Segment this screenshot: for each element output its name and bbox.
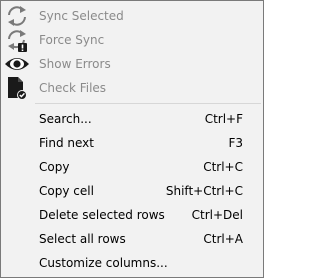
force-sync-icon xyxy=(3,28,31,52)
menu-item-shortcut: Ctrl+Del xyxy=(191,208,243,222)
menu-item-label: Sync Selected xyxy=(39,9,124,23)
menu-item-show-errors[interactable]: Show Errors xyxy=(3,52,261,76)
menu-item-find-next[interactable]: Find next F3 xyxy=(3,131,261,155)
menu-item-label: Customize columns... xyxy=(39,256,168,270)
menu-item-copy[interactable]: Copy Ctrl+C xyxy=(3,155,261,179)
eye-icon xyxy=(3,52,31,76)
menu-item-label: Copy cell xyxy=(39,184,94,198)
menu-item-delete-selected-rows[interactable]: Delete selected rows Ctrl+Del xyxy=(3,203,261,227)
menu-item-label: Force Sync xyxy=(39,33,105,47)
menu-separator xyxy=(35,103,261,104)
menu-item-select-all-rows[interactable]: Select all rows Ctrl+A xyxy=(3,227,261,251)
menu-item-label: Select all rows xyxy=(39,232,126,246)
menu-item-shortcut: Ctrl+C xyxy=(203,160,243,174)
sync-icon xyxy=(3,4,31,28)
menu-item-sync-selected[interactable]: Sync Selected xyxy=(3,4,261,28)
menu-item-label: Copy xyxy=(39,160,70,174)
menu-item-shortcut: F3 xyxy=(228,136,243,150)
menu-item-search[interactable]: Search... Ctrl+F xyxy=(3,107,261,131)
menu-item-label: Find next xyxy=(39,136,94,150)
menu-item-copy-cell[interactable]: Copy cell Shift+Ctrl+C xyxy=(3,179,261,203)
menu-item-shortcut: Shift+Ctrl+C xyxy=(165,184,243,198)
menu-item-label: Search... xyxy=(39,112,92,126)
file-check-icon xyxy=(3,76,31,100)
menu-item-customize-columns[interactable]: Customize columns... xyxy=(3,251,261,275)
menu-item-force-sync[interactable]: Force Sync xyxy=(3,28,261,52)
menu-item-shortcut: Ctrl+F xyxy=(204,112,243,126)
menu-item-shortcut: Ctrl+A xyxy=(203,232,243,246)
menu-item-label: Show Errors xyxy=(39,57,111,71)
context-menu: Sync Selected Force Sync Show Errors Che… xyxy=(0,0,264,278)
menu-item-check-files[interactable]: Check Files xyxy=(3,76,261,100)
menu-item-label: Check Files xyxy=(39,81,107,95)
menu-item-label: Delete selected rows xyxy=(39,208,165,222)
